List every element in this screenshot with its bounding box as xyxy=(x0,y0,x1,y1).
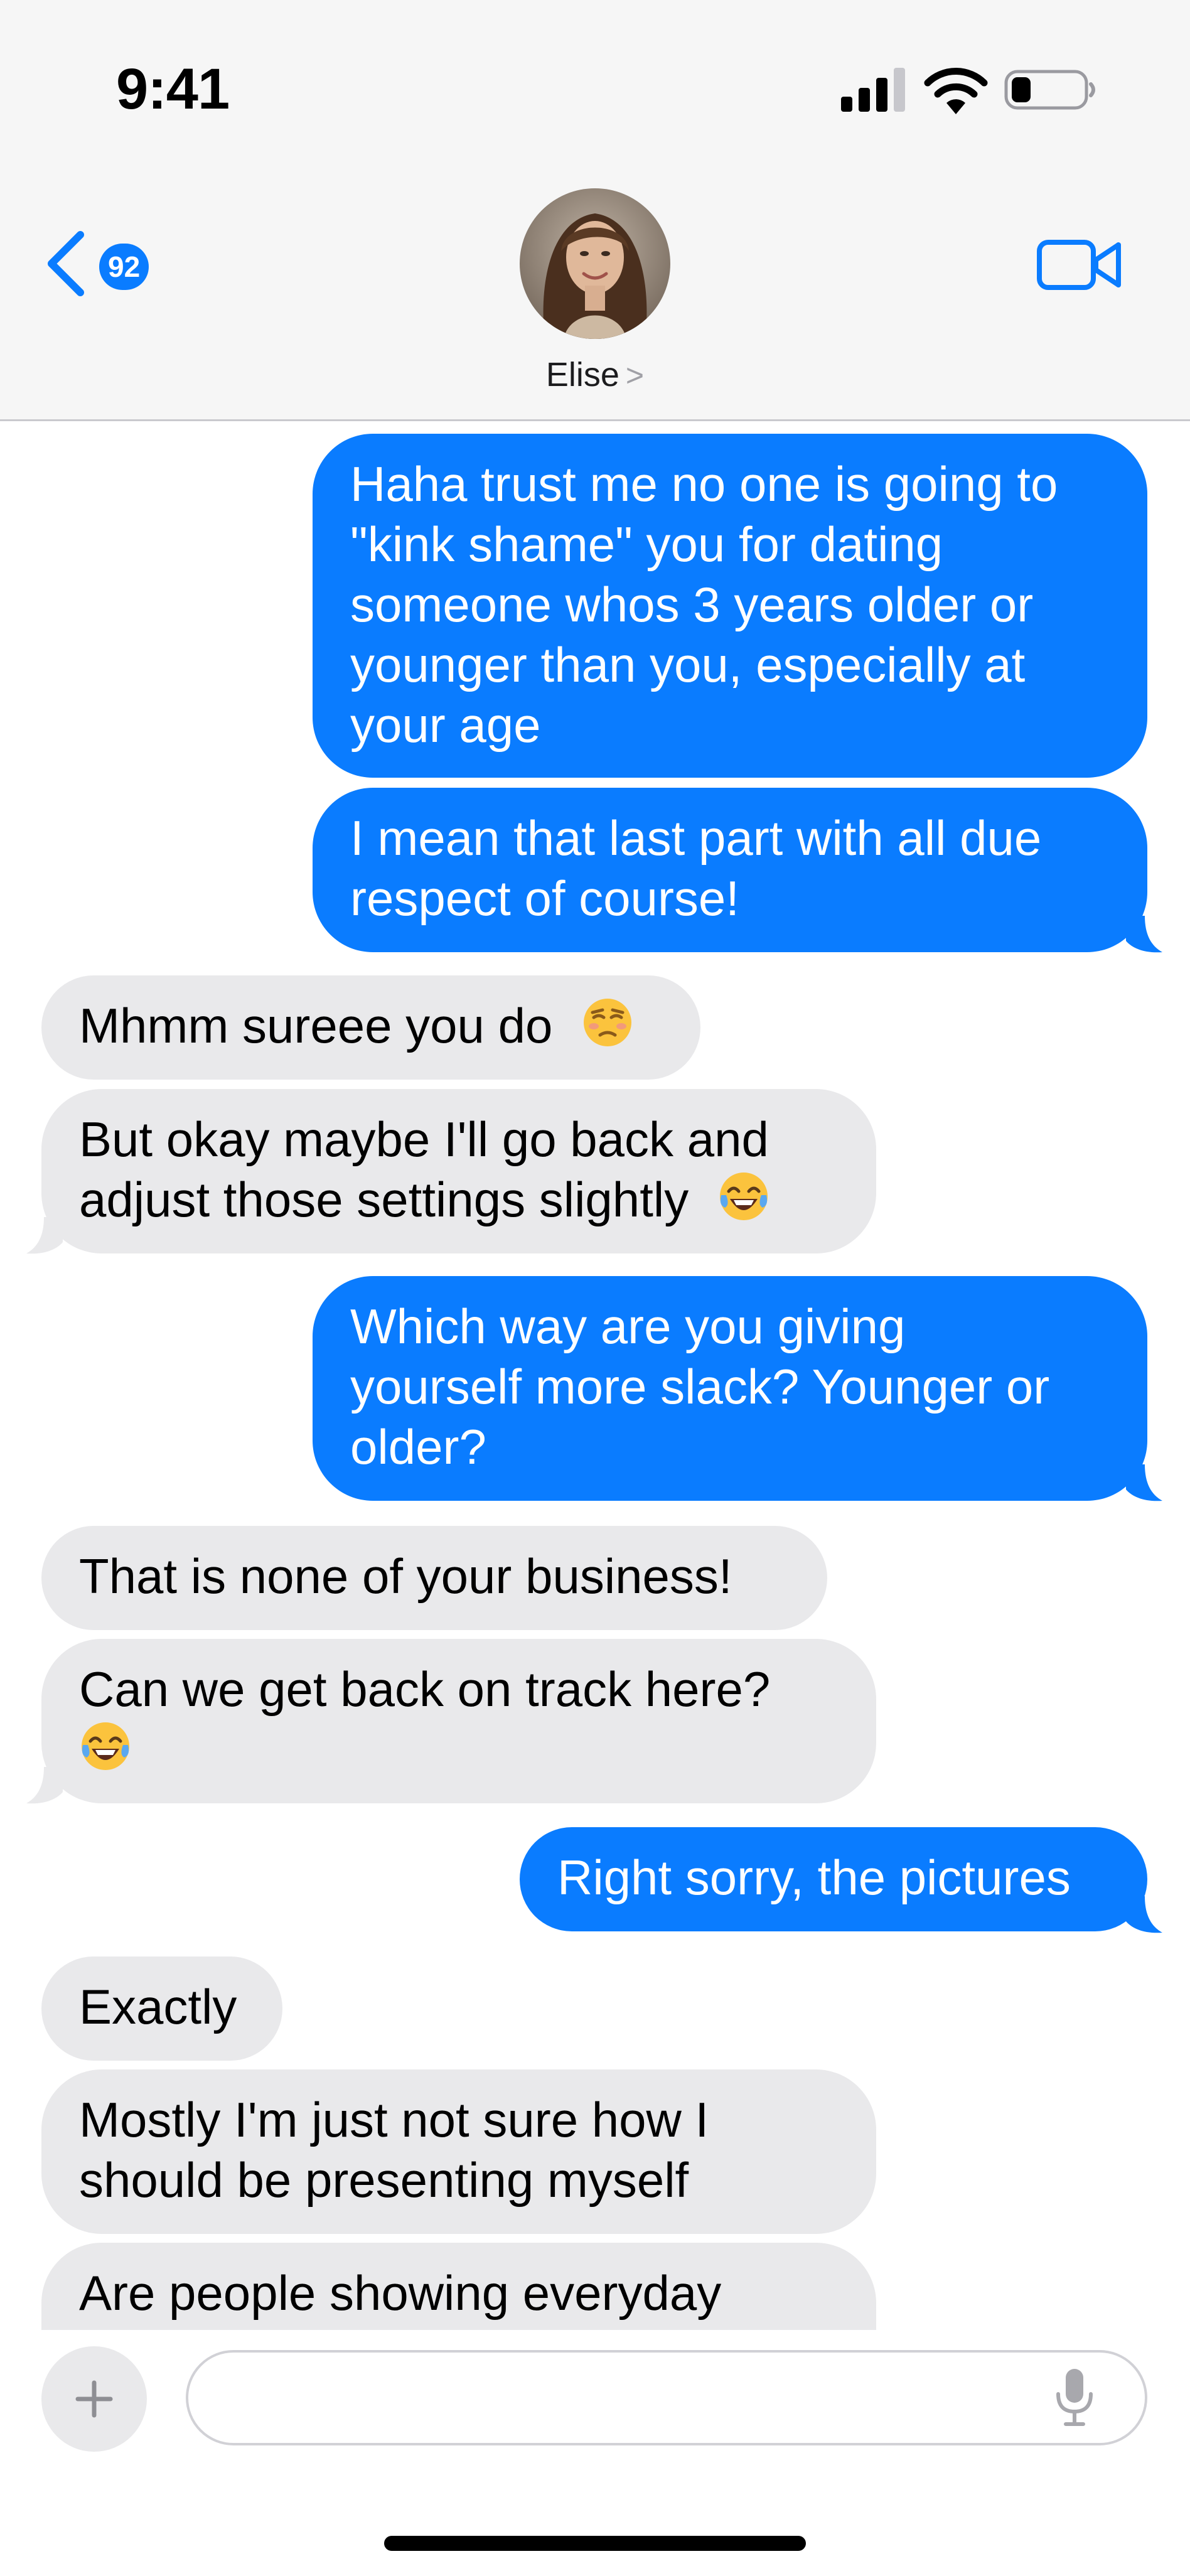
message-bubble-received[interactable]: Mhmm sureee you do xyxy=(41,975,700,1080)
message-bubble-received[interactable]: But okay maybe I'll go back and adjust t… xyxy=(41,1089,876,1253)
message-bubble-received[interactable]: Can we get back on track here? xyxy=(41,1639,876,1803)
message-bubble-sent[interactable]: I mean that last part with all due respe… xyxy=(313,788,1147,952)
contact-name-button[interactable]: Elise > xyxy=(0,355,1190,394)
message-bubble-received[interactable]: Exactly xyxy=(41,1956,282,2061)
bubble-tail xyxy=(1126,916,1162,953)
bubble-tail xyxy=(26,1767,63,1804)
message-text: But okay maybe I'll go back and adjust t… xyxy=(79,1112,769,1227)
message-bubble-sent[interactable]: Which way are you giving yourself more s… xyxy=(313,1276,1147,1501)
message-text: Mostly I'm just not sure how I should be… xyxy=(79,2092,709,2208)
plus-icon xyxy=(75,2380,113,2418)
message-text: Exactly xyxy=(79,1979,237,2034)
add-attachment-button[interactable] xyxy=(41,2346,147,2452)
message-bubble-sent[interactable]: Haha trust me no one is going to "kink s… xyxy=(313,434,1147,778)
message-bubble-sent[interactable]: Right sorry, the pictures xyxy=(520,1827,1147,1931)
status-bar: 9:41 xyxy=(0,0,1190,169)
status-time: 9:41 xyxy=(116,57,230,121)
message-text: Which way are you giving yourself more s… xyxy=(350,1299,1050,1474)
message-text: That is none of your business! xyxy=(79,1548,732,1604)
video-call-icon[interactable] xyxy=(1036,233,1123,296)
bubble-tail xyxy=(26,1217,63,1254)
message-bubble-received[interactable]: That is none of your business! xyxy=(41,1526,827,1630)
message-text: Right sorry, the pictures xyxy=(557,1850,1071,1905)
message-bubble-received[interactable]: Are people showing everyday xyxy=(41,2243,876,2330)
bubble-tail xyxy=(1126,1464,1162,1501)
message-input[interactable] xyxy=(186,2350,1147,2445)
message-text: Mhmm sureee you do xyxy=(79,998,553,1053)
chevron-right-icon: > xyxy=(625,358,645,393)
home-indicator[interactable] xyxy=(384,2536,806,2551)
message-text: I mean that last part with all due respe… xyxy=(350,810,1042,926)
back-button[interactable]: 92 xyxy=(44,226,176,301)
message-bubble-received[interactable]: Mostly I'm just not sure how I should be… xyxy=(41,2069,876,2234)
microphone-icon[interactable] xyxy=(1054,2366,1095,2429)
contact-name: Elise xyxy=(545,356,619,394)
message-thread[interactable]: Haha trust me no one is going to "kink s… xyxy=(0,421,1190,2330)
contact-avatar[interactable] xyxy=(520,188,670,339)
tears-of-joy-emoji xyxy=(82,1722,129,1770)
pleading-face-emoji xyxy=(584,999,632,1046)
bubble-tail xyxy=(1126,1896,1162,1933)
chevron-left-icon xyxy=(48,231,84,296)
message-text: Haha trust me no one is going to "kink s… xyxy=(350,456,1058,753)
unread-count-badge: 92 xyxy=(99,244,149,290)
message-text: Are people showing everyday xyxy=(79,2265,722,2321)
message-text: Can we get back on track here? xyxy=(79,1661,771,1717)
tears-of-joy-emoji xyxy=(719,1173,768,1220)
battery-icon xyxy=(1004,70,1095,110)
cellular-signal-icon xyxy=(841,68,905,112)
avatar-photo xyxy=(520,188,670,339)
wifi-icon xyxy=(924,68,988,114)
